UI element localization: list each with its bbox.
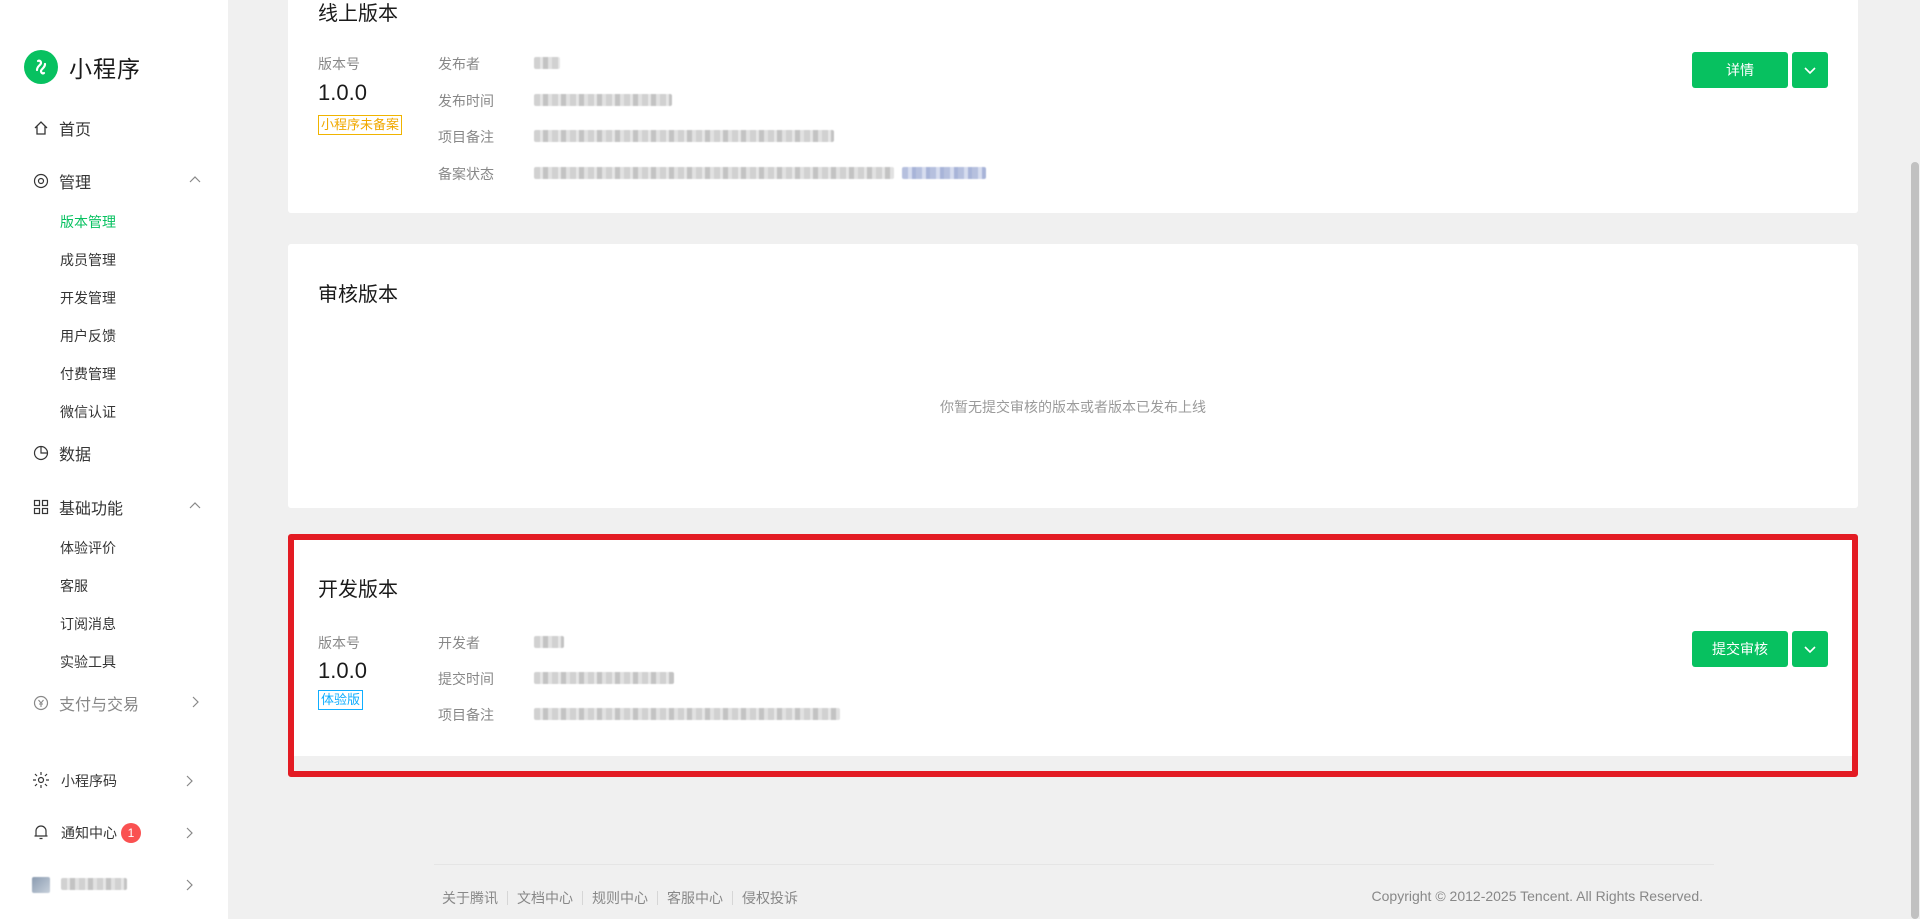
submit-review-button[interactable]: 提交审核 — [1692, 631, 1788, 667]
submit-time-value — [534, 671, 674, 689]
footer-link-rules[interactable]: 规则中心 — [583, 888, 657, 908]
chevron-up-icon — [188, 499, 202, 518]
nav-data[interactable]: 数据 — [32, 441, 202, 465]
version-number-label: 版本号 — [318, 56, 360, 72]
nav-qrcode-label: 小程序码 — [61, 773, 117, 789]
nav-basic[interactable]: 基础功能 — [32, 495, 202, 519]
developer-label: 开发者 — [438, 635, 480, 651]
chevron-down-icon — [1804, 646, 1816, 654]
brand-logo[interactable]: 小程序 — [24, 50, 141, 84]
chevron-right-icon — [188, 695, 202, 714]
data-icon — [32, 444, 50, 462]
sidebar-item-service[interactable]: 客服 — [60, 576, 88, 596]
sidebar: 小程序 首页 管理 版本管理 成员管理 开发管理 用户反馈 付费管理 微信认证 … — [0, 0, 228, 919]
online-more-dropdown[interactable] — [1792, 52, 1828, 88]
nav-qrcode[interactable]: 小程序码 — [32, 770, 196, 792]
filing-status-label: 备案状态 — [438, 166, 494, 182]
remark-value — [534, 129, 834, 147]
nav-data-label: 数据 — [59, 447, 92, 464]
version-number-label: 版本号 — [318, 635, 360, 651]
footer-link-about[interactable]: 关于腾讯 — [442, 888, 507, 908]
review-empty-message: 你暂无提交审核的版本或者版本已发布上线 — [940, 399, 1206, 415]
qrcode-icon — [32, 771, 50, 792]
footer-link-service[interactable]: 客服中心 — [658, 888, 732, 908]
copyright-text: Copyright © 2012-2025 Tencent. All Right… — [1371, 888, 1703, 904]
nav-home-label: 首页 — [59, 122, 92, 139]
filing-status-value — [534, 166, 986, 184]
detail-button[interactable]: 详情 — [1692, 52, 1788, 88]
scrollbar-thumb[interactable] — [1911, 162, 1919, 919]
sidebar-item-subscribe[interactable]: 订阅消息 — [60, 614, 116, 634]
chevron-right-icon — [182, 878, 196, 895]
sidebar-item-version[interactable]: 版本管理 — [60, 212, 116, 232]
chevron-down-icon — [1804, 67, 1816, 75]
basic-icon — [32, 498, 50, 516]
footer-link-docs[interactable]: 文档中心 — [508, 888, 582, 908]
nav-pay[interactable]: 支付与交易 — [32, 691, 202, 715]
dev-remark-label: 项目备注 — [438, 707, 494, 723]
bell-icon — [32, 823, 50, 844]
miniprogram-logo-icon — [24, 50, 58, 84]
review-version-title: 审核版本 — [318, 284, 398, 306]
online-version-title: 线上版本 — [318, 3, 398, 25]
submit-time-label: 提交时间 — [438, 671, 494, 687]
publish-time-value — [534, 93, 672, 111]
nav-manage[interactable]: 管理 — [32, 169, 202, 193]
nav-notify[interactable]: 通知中心 1 — [32, 822, 196, 844]
remark-label: 项目备注 — [438, 129, 494, 145]
account-name — [61, 877, 127, 893]
sidebar-item-dev[interactable]: 开发管理 — [60, 288, 116, 308]
nav-manage-label: 管理 — [59, 175, 92, 192]
sidebar-item-verify[interactable]: 微信认证 — [60, 402, 116, 422]
sidebar-item-feedback[interactable]: 用户反馈 — [60, 326, 116, 346]
sidebar-item-rating[interactable]: 体验评价 — [60, 538, 116, 558]
pay-icon — [32, 694, 50, 712]
manage-icon — [32, 172, 50, 190]
publish-time-label: 发布时间 — [438, 93, 494, 109]
footer-divider — [434, 864, 1714, 865]
online-version-number: 1.0.0 — [318, 80, 367, 105]
dev-more-dropdown[interactable] — [1792, 631, 1828, 667]
brand-name: 小程序 — [69, 56, 141, 82]
chevron-right-icon — [182, 826, 196, 843]
nav-basic-label: 基础功能 — [59, 501, 124, 518]
developer-value — [534, 635, 564, 653]
footer-link-complaint[interactable]: 侵权投诉 — [733, 888, 807, 908]
review-version-card: 审核版本 你暂无提交审核的版本或者版本已发布上线 — [288, 244, 1858, 508]
unregistered-tag: 小程序未备案 — [318, 115, 403, 135]
account-avatar — [32, 877, 50, 893]
dev-remark-value — [534, 707, 840, 725]
nav-account[interactable] — [32, 874, 196, 896]
dev-version-number: 1.0.0 — [318, 658, 367, 683]
sidebar-item-experiment[interactable]: 实验工具 — [60, 652, 116, 672]
publisher-label: 发布者 — [438, 56, 480, 72]
publisher-value — [534, 56, 560, 74]
nav-notify-label: 通知中心 — [61, 825, 117, 841]
home-icon — [32, 119, 50, 137]
dev-version-title: 开发版本 — [318, 579, 398, 601]
chevron-right-icon — [182, 774, 196, 791]
online-version-card: 线上版本 版本号 1.0.0 小程序未备案 发布者 发布时间 项目备注 备案状态… — [288, 0, 1858, 213]
nav-home[interactable]: 首页 — [32, 116, 202, 140]
nav-pay-label: 支付与交易 — [59, 697, 140, 714]
trial-version-tag[interactable]: 体验版 — [318, 690, 364, 710]
footer-links: 关于腾讯 文档中心 规则中心 客服中心 侵权投诉 — [442, 888, 807, 908]
sidebar-item-payment[interactable]: 付费管理 — [60, 364, 116, 384]
dev-version-card: 开发版本 版本号 1.0.0 体验版 开发者 提交时间 项目备注 提交审核 — [288, 540, 1858, 756]
chevron-up-icon — [188, 173, 202, 192]
sidebar-item-members[interactable]: 成员管理 — [60, 250, 116, 270]
notification-count-badge: 1 — [121, 823, 141, 843]
